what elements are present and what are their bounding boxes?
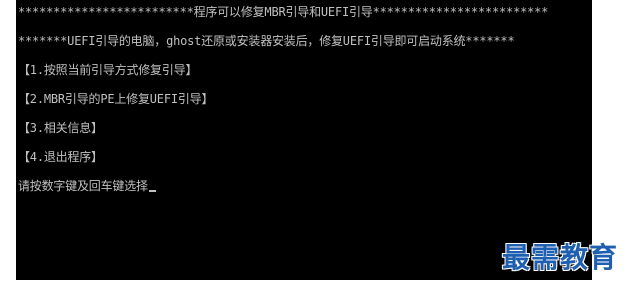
screenshot-page: *************************程序可以修复MBR引导和UEF… [0, 0, 628, 286]
console-prompt-text: 请按数字键及回车键选择 [18, 179, 148, 193]
console-info-line: *******UEFI引导的电脑，ghost还原或安装器安装后，修复UEFI引导… [18, 34, 515, 48]
menu-option-3: 【3.相关信息】 [18, 121, 103, 135]
menu-option-1: 【1.按照当前引导方式修复引导】 [18, 63, 198, 77]
console-prompt-line[interactable]: 请按数字键及回车键选择 [18, 178, 156, 194]
watermark-logo: 最需教育 [501, 241, 618, 274]
console-banner-line: *************************程序可以修复MBR引导和UEF… [18, 5, 549, 19]
menu-option-2: 【2.MBR引导的PE上修复UEFI引导】 [18, 92, 214, 106]
menu-option-4: 【4.退出程序】 [18, 150, 103, 164]
text-cursor [148, 190, 156, 192]
